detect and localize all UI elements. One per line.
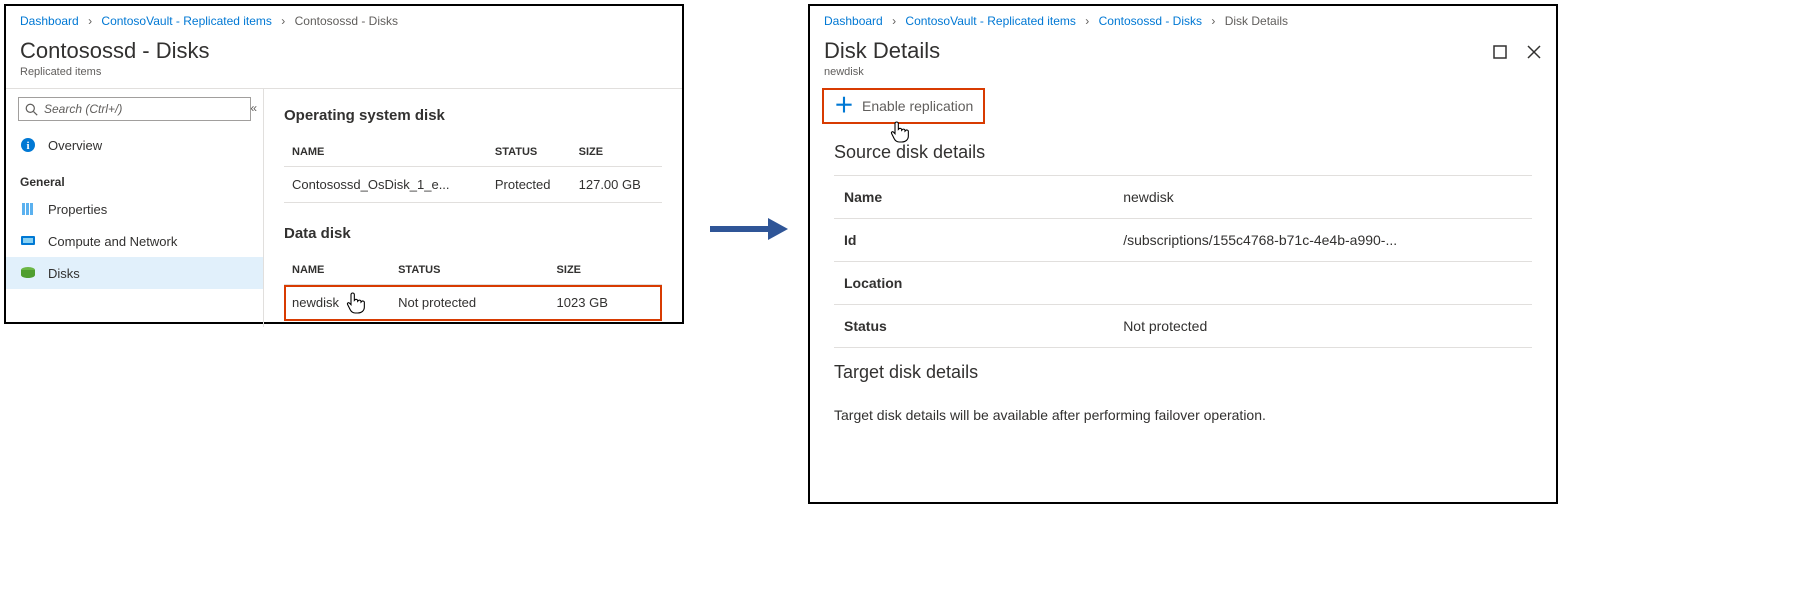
- table-row-newdisk[interactable]: newdisk Not protected 1023 GB: [284, 285, 662, 321]
- enable-replication-button[interactable]: ＋ Enable replication: [824, 90, 983, 122]
- col-size: SIZE: [549, 256, 662, 285]
- table-row[interactable]: Contosossd_OsDisk_1_e... Protected 127.0…: [284, 167, 662, 203]
- info-icon: i: [20, 137, 38, 153]
- kv-key: Location: [834, 262, 1113, 305]
- kv-value: [1113, 262, 1532, 305]
- compute-icon: [20, 233, 38, 249]
- search-input[interactable]: Search (Ctrl+/): [18, 97, 251, 121]
- data-disk-table: NAME STATUS SIZE newdisk Not protected 1…: [284, 256, 662, 321]
- breadcrumb: Dashboard › ContosoVault - Replicated it…: [6, 6, 682, 36]
- col-name: NAME: [284, 256, 390, 285]
- nav-overview[interactable]: i Overview: [6, 129, 263, 161]
- plus-icon: ＋: [834, 96, 854, 116]
- cursor-hand-icon: [346, 291, 366, 315]
- collapse-sidebar-icon[interactable]: «: [250, 101, 257, 115]
- disks-content: Operating system disk NAME STATUS SIZE C…: [264, 89, 682, 327]
- nav-label: Overview: [48, 138, 102, 153]
- chevron-right-icon: ›: [88, 14, 92, 28]
- col-size: SIZE: [571, 138, 662, 167]
- os-disk-section-title: Operating system disk: [284, 107, 662, 124]
- col-status: STATUS: [487, 138, 571, 167]
- properties-icon: [20, 201, 38, 217]
- chevron-right-icon: ›: [1211, 14, 1215, 28]
- close-button[interactable]: [1526, 44, 1542, 60]
- os-disk-table: NAME STATUS SIZE Contosossd_OsDisk_1_e..…: [284, 138, 662, 203]
- sidebar: « Search (Ctrl+/) i Overview General Pro…: [6, 89, 264, 327]
- breadcrumb-current: Contosossd - Disks: [295, 14, 398, 28]
- kv-key: Status: [834, 305, 1113, 348]
- cell-name: Contosossd_OsDisk_1_e...: [284, 167, 487, 203]
- col-name: NAME: [284, 138, 487, 167]
- breadcrumb-vault[interactable]: ContosoVault - Replicated items: [101, 14, 272, 28]
- page-title: Contosossd - Disks: [20, 38, 668, 64]
- close-icon: [1527, 45, 1541, 59]
- nav-label: Compute and Network: [48, 234, 177, 249]
- search-placeholder: Search (Ctrl+/): [44, 102, 122, 116]
- target-info-text: Target disk details will be available af…: [810, 387, 1556, 443]
- cell-status: Protected: [487, 167, 571, 203]
- kv-value: /subscriptions/155c4768-b71c-4e4b-a990-.…: [1113, 219, 1532, 262]
- nav-properties[interactable]: Properties: [6, 193, 263, 225]
- flow-arrow-icon: [710, 214, 788, 244]
- chevron-right-icon: ›: [892, 14, 896, 28]
- action-label: Enable replication: [862, 98, 973, 114]
- kv-row: Status Not protected: [834, 305, 1532, 348]
- kv-key: Id: [834, 219, 1113, 262]
- disks-blade: Dashboard › ContosoVault - Replicated it…: [4, 4, 684, 324]
- disk-details-blade: Dashboard › ContosoVault - Replicated it…: [808, 4, 1558, 504]
- kv-row: Name newdisk: [834, 176, 1532, 219]
- breadcrumb-current: Disk Details: [1225, 14, 1288, 28]
- breadcrumb-dashboard[interactable]: Dashboard: [824, 14, 883, 28]
- col-status: STATUS: [390, 256, 548, 285]
- breadcrumb-disks[interactable]: Contosossd - Disks: [1099, 14, 1202, 28]
- target-section-title: Target disk details: [810, 348, 1556, 387]
- kv-row: Location: [834, 262, 1532, 305]
- cell-status: Not protected: [390, 285, 548, 321]
- page-subtitle: Replicated items: [20, 66, 668, 78]
- chevron-right-icon: ›: [1085, 14, 1089, 28]
- cell-name: newdisk: [292, 295, 339, 310]
- kv-value: Not protected: [1113, 305, 1532, 348]
- source-section-title: Source disk details: [810, 128, 1556, 167]
- svg-text:i: i: [26, 140, 29, 152]
- source-details-table: Name newdisk Id /subscriptions/155c4768-…: [834, 175, 1532, 348]
- kv-key: Name: [834, 176, 1113, 219]
- chevron-right-icon: ›: [281, 14, 285, 28]
- nav-section-general: General: [6, 161, 263, 193]
- breadcrumb: Dashboard › ContosoVault - Replicated it…: [810, 6, 1556, 36]
- nav-label: Disks: [48, 266, 80, 281]
- breadcrumb-vault[interactable]: ContosoVault - Replicated items: [905, 14, 1076, 28]
- nav-label: Properties: [48, 202, 107, 217]
- page-subtitle: newdisk: [824, 66, 940, 78]
- kv-row: Id /subscriptions/155c4768-b71c-4e4b-a99…: [834, 219, 1532, 262]
- cell-size: 1023 GB: [549, 285, 662, 321]
- data-disk-section-title: Data disk: [284, 225, 662, 242]
- cell-size: 127.00 GB: [571, 167, 662, 203]
- maximize-button[interactable]: [1492, 44, 1508, 60]
- maximize-icon: [1493, 45, 1507, 59]
- breadcrumb-dashboard[interactable]: Dashboard: [20, 14, 79, 28]
- nav-disks[interactable]: Disks: [6, 257, 263, 289]
- blade-header: Contosossd - Disks Replicated items: [6, 36, 682, 89]
- nav-compute[interactable]: Compute and Network: [6, 225, 263, 257]
- search-icon: [25, 103, 38, 116]
- disks-icon: [20, 265, 38, 281]
- kv-value: newdisk: [1113, 176, 1532, 219]
- page-title: Disk Details: [824, 38, 940, 64]
